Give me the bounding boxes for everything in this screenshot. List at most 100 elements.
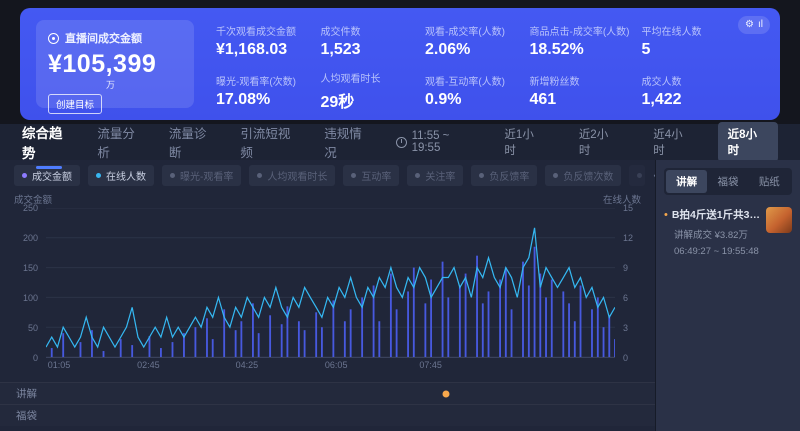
gear-icon[interactable]: ⚙ (745, 18, 754, 32)
left-axis-ticks: 050100150200250 (12, 208, 46, 358)
trend-plot[interactable] (46, 208, 615, 358)
metric-value: 29秒 (321, 88, 414, 112)
main-zone: 综合趋势 流量分析 流量诊断 引流短视频 违规情况 11:55 ~ 19:55 … (0, 124, 800, 431)
chip-label: 互动率 (361, 168, 391, 183)
axis-titles: 成交金额 在线人数 (12, 190, 643, 208)
metric-label: 观看-成交率(人数) (425, 23, 518, 38)
chip-label: 负反馈次数 (563, 168, 613, 183)
chip-dot (637, 173, 642, 178)
legend-chip[interactable]: 千次观看成交金额 (629, 165, 645, 186)
metric-value: 1,523 (321, 41, 414, 59)
metric-label: 千次观看成交金额 (216, 23, 309, 38)
legend-chip[interactable]: 负反馈率 (471, 165, 537, 186)
gmv-card-header: 直播间成交金额 (48, 30, 182, 46)
trend-plot-svg (46, 208, 615, 357)
metric-label: 观看-互动率(人数) (425, 73, 518, 88)
side-tab-sticker[interactable]: 贴纸 (749, 170, 790, 193)
create-goal-button[interactable]: 创建目标 (48, 94, 102, 114)
kpi-banner: 直播间成交金额 ¥105,399 万 创建目标 千次观看成交金额 ¥1,168.… (20, 8, 780, 120)
metric-gmv-per-1k-views: 千次观看成交金额 ¥1,168.03 (216, 20, 309, 62)
metric-label: 新增粉丝数 (530, 73, 630, 88)
gmv-primary-card: 直播间成交金额 ¥105,399 万 创建目标 (36, 20, 194, 108)
gmv-value: ¥105,399 (48, 50, 182, 79)
promo-bullet: • (664, 210, 668, 220)
metric-click-to-order-rate: 商品点击-成交率(人数) 18.52% (530, 20, 630, 62)
stats-icon[interactable]: ıl (758, 18, 763, 32)
chip-dot (351, 173, 356, 178)
metric-label: 成交人数 (642, 73, 735, 88)
tab-overall-trend[interactable]: 综合趋势 (22, 116, 75, 168)
legend-chip[interactable]: 人均观看时长 (249, 165, 335, 186)
chip-dot (170, 173, 175, 178)
marker-row-label: 讲解 (0, 386, 37, 401)
promo-left: • B拍4斤送1斤共35-4... 讲解成交 ¥3.82万 06:49:27 ~… (664, 207, 760, 257)
marker-row-track[interactable] (46, 383, 615, 404)
section-header: 综合趋势 流量分析 流量诊断 引流短视频 违规情况 11:55 ~ 19:55 … (0, 124, 800, 160)
metric-view-interaction-rate: 观看-互动率(人数) 0.9% (425, 70, 518, 112)
metric-value: 5 (642, 41, 735, 59)
body-row: 成交金额 在线人数 曝光-观看率 人均观看时长 互动率 关注率 负反馈率 负反馈… (0, 160, 800, 431)
side-tab-explain[interactable]: 讲解 (666, 170, 707, 193)
target-icon (48, 33, 59, 44)
metric-value: ¥1,168.03 (216, 41, 309, 59)
range-8h-button[interactable]: 近8小时 (718, 122, 778, 162)
marker-row-luckybag: 福袋 (0, 404, 655, 426)
time-range-text: 11:55 ~ 19:55 (412, 130, 481, 154)
tab-traffic-diagnosis[interactable]: 流量诊断 (169, 117, 218, 167)
banner-zone: 直播间成交金额 ¥105,399 万 创建目标 千次观看成交金额 ¥1,168.… (0, 0, 800, 124)
metric-new-followers: 新增粉丝数 461 (530, 70, 630, 112)
metric-avg-online-users: 平均在线人数 5 (642, 20, 735, 62)
metric-order-items: 成交件数 1,523 (321, 20, 414, 62)
metric-label: 成交件数 (321, 23, 414, 38)
legend-chip[interactable]: 在线人数 (88, 165, 154, 186)
chip-label: 关注率 (425, 168, 455, 183)
clock-icon (396, 137, 407, 148)
tab-traffic-analysis[interactable]: 流量分析 (97, 117, 146, 167)
metric-value: 18.52% (530, 41, 630, 59)
legend-chip[interactable]: 曝光-观看率 (162, 165, 241, 186)
chip-label: 曝光-观看率 (180, 168, 233, 183)
metric-buyers: 成交人数 1,422 (642, 70, 735, 112)
live-analytics-dashboard: 直播间成交金额 ¥105,399 万 创建目标 千次观看成交金额 ¥1,168.… (0, 0, 800, 431)
chip-label: 在线人数 (106, 168, 146, 183)
chip-dot (22, 173, 27, 178)
legend-chip[interactable]: 负反馈次数 (545, 165, 621, 186)
side-panel: 讲解 福袋 贴纸 • B拍4斤送1斤共35-4... 讲解成交 ¥3.82万 0… (655, 160, 800, 431)
metric-label: 人均观看时长 (321, 70, 414, 85)
metric-value: 0.9% (425, 91, 518, 109)
plot-grid: 050100150200250 03691215 01:0502:4504:25… (12, 208, 643, 372)
legend-chip[interactable]: 关注率 (407, 165, 463, 186)
legend-chip[interactable]: 互动率 (343, 165, 399, 186)
chart-wrap: 成交金额 在线人数 050100150200250 03691215 01:05… (0, 188, 655, 372)
time-controls: 11:55 ~ 19:55 近1小时 近2小时 近4小时 近8小时 (396, 122, 778, 162)
marker-row-explain: 讲解 (0, 382, 655, 404)
metric-label: 商品点击-成交率(人数) (530, 23, 630, 38)
chip-label: 人均观看时长 (267, 168, 327, 183)
product-thumbnail (766, 207, 792, 233)
explain-list-item[interactable]: • B拍4斤送1斤共35-4... 讲解成交 ¥3.82万 06:49:27 ~… (664, 207, 792, 257)
promo-time-range: 06:49:27 ~ 19:55:48 (664, 246, 760, 257)
side-tab-luckybag[interactable]: 福袋 (707, 170, 748, 193)
chip-dot (415, 173, 420, 178)
metric-exposure-view-rate: 曝光-观看率(次数) 17.08% (216, 70, 309, 112)
gmv-card-title: 直播间成交金额 (65, 30, 142, 46)
chip-label: 负反馈率 (489, 168, 529, 183)
kpi-metrics-grid: 千次观看成交金额 ¥1,168.03 成交件数 1,523 观看-成交率(人数)… (212, 16, 764, 112)
range-4h-button[interactable]: 近4小时 (643, 122, 703, 162)
marker-row-label: 福袋 (0, 408, 37, 423)
promo-title: B拍4斤送1斤共35-4... (672, 207, 760, 222)
metric-label: 平均在线人数 (642, 23, 735, 38)
right-axis-ticks: 03691215 (615, 208, 643, 358)
metric-avg-watch-duration: 人均观看时长 29秒 (321, 70, 414, 112)
time-range: 11:55 ~ 19:55 (396, 130, 481, 154)
range-2h-button[interactable]: 近2小时 (569, 122, 629, 162)
marker-row-track[interactable] (46, 405, 615, 426)
metric-value: 1,422 (642, 91, 735, 109)
tab-violations[interactable]: 违规情况 (324, 117, 373, 167)
side-tabs: 讲解 福袋 贴纸 (664, 168, 792, 195)
tab-short-video[interactable]: 引流短视频 (240, 117, 302, 167)
range-1h-button[interactable]: 近1小时 (494, 122, 554, 162)
chip-dot (257, 173, 262, 178)
metric-label: 曝光-观看率(次数) (216, 73, 309, 88)
x-axis: 01:0502:4504:2506:0507:45 (46, 358, 615, 372)
